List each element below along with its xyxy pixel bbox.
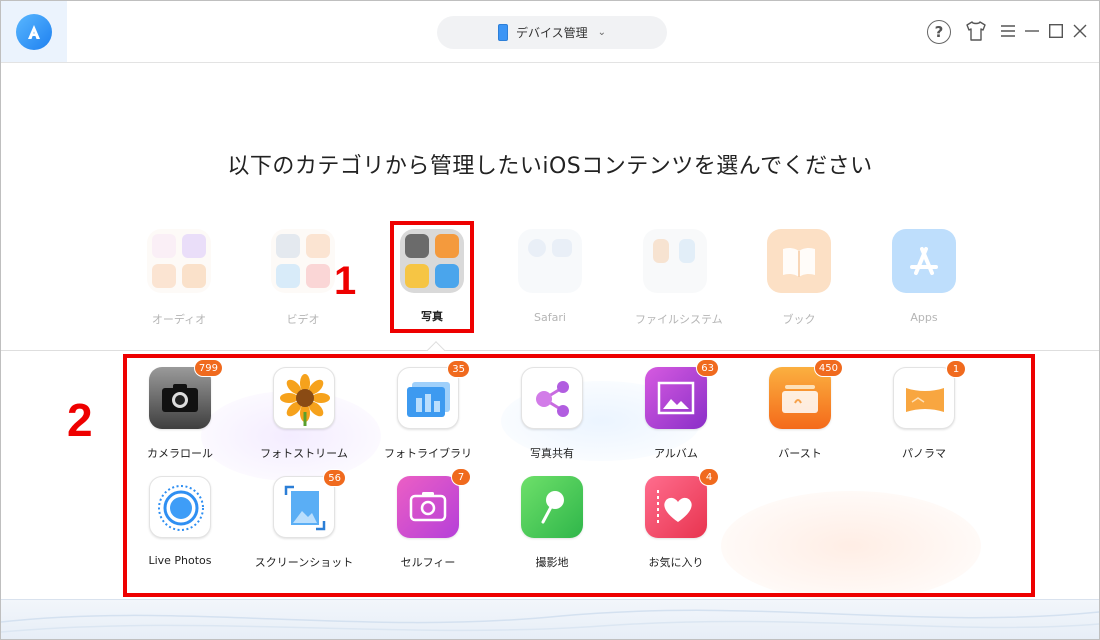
category-label: Apps bbox=[910, 311, 938, 324]
minimize-icon[interactable] bbox=[1024, 19, 1040, 43]
app-logo-icon bbox=[16, 14, 52, 50]
title-divider bbox=[1, 62, 1099, 63]
device-selector-dropdown[interactable]: デバイス管理 ⌄ bbox=[437, 16, 667, 49]
help-icon[interactable]: ? bbox=[927, 20, 951, 44]
category-label: オーディオ bbox=[151, 313, 207, 326]
category-video[interactable]: ビデオ bbox=[263, 229, 343, 327]
file-system-icon bbox=[643, 229, 707, 293]
menu-icon[interactable] bbox=[1000, 19, 1016, 43]
device-selector-label: デバイス管理 bbox=[515, 26, 588, 40]
annotation-box-2 bbox=[123, 354, 1035, 597]
video-icon bbox=[271, 229, 335, 293]
shirt-icon[interactable] bbox=[963, 19, 989, 43]
title-bar: デバイス管理 ⌄ ? bbox=[1, 1, 1099, 63]
close-icon[interactable] bbox=[1072, 19, 1088, 43]
apps-icon bbox=[892, 229, 956, 293]
book-icon bbox=[767, 229, 831, 293]
category-safari[interactable]: Safari bbox=[510, 229, 590, 324]
category-book[interactable]: ブック bbox=[759, 229, 839, 327]
category-apps[interactable]: Apps bbox=[884, 229, 964, 324]
app-logo[interactable] bbox=[1, 1, 67, 63]
category-label: ビデオ bbox=[286, 313, 320, 326]
category-label: Safari bbox=[534, 311, 566, 324]
annotation-box-1 bbox=[390, 221, 474, 333]
audio-icon bbox=[147, 229, 211, 293]
annotation-number-1: 1 bbox=[334, 259, 357, 303]
phone-icon bbox=[497, 24, 508, 41]
category-audio[interactable]: オーディオ bbox=[139, 229, 219, 327]
category-label: ファイルシステム bbox=[635, 313, 723, 326]
maximize-icon[interactable] bbox=[1048, 19, 1064, 43]
safari-icon bbox=[518, 229, 582, 293]
chevron-down-icon: ⌄ bbox=[597, 27, 607, 38]
page-headline: 以下のカテゴリから管理したいiOSコンテンツを選んでください bbox=[227, 154, 873, 179]
annotation-number-2: 2 bbox=[67, 394, 93, 446]
footer-decoration bbox=[1, 599, 1099, 639]
category-file-system[interactable]: ファイルシステム bbox=[635, 229, 723, 327]
category-label: ブック bbox=[782, 313, 816, 326]
